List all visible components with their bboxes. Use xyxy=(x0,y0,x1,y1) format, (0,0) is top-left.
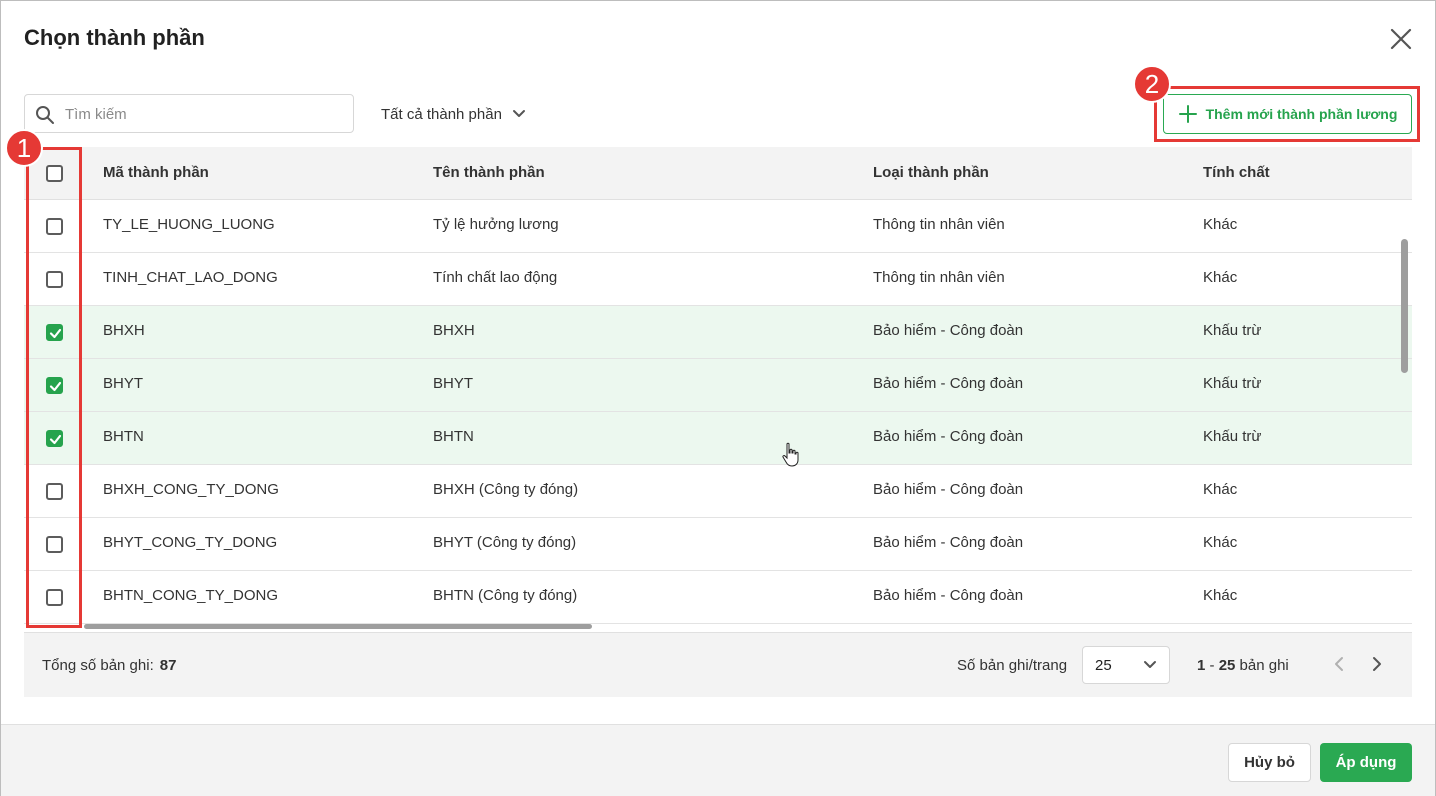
cell-nature: Khác xyxy=(1203,269,1238,286)
table-row[interactable]: BHXH BHXH Bảo hiểm - Công đoàn Khấu trừ xyxy=(24,306,1412,359)
chevron-down-icon xyxy=(512,110,525,117)
per-page-value: 25 xyxy=(1095,656,1112,674)
vertical-scrollbar[interactable] xyxy=(1401,239,1408,373)
cancel-button[interactable]: Hủy bỏ xyxy=(1228,743,1311,782)
cell-name: BHYT (Công ty đóng) xyxy=(433,534,577,551)
cell-type: Bảo hiểm - Công đoàn xyxy=(873,375,1024,392)
cell-nature: Khấu trừ xyxy=(1203,375,1262,392)
cell-code: TINH_CHAT_LAO_DONG xyxy=(103,269,278,286)
cell-type: Bảo hiểm - Công đoàn xyxy=(873,428,1024,445)
cell-type: Bảo hiểm - Công đoàn xyxy=(873,534,1024,551)
cell-name: BHXH (Công ty đóng) xyxy=(433,481,579,498)
record-range: 1 - 25 bản ghi xyxy=(1197,657,1289,674)
cell-name: Tỷ lệ hưởng lương xyxy=(433,216,559,233)
table-row[interactable]: BHTN BHTN Bảo hiểm - Công đoàn Khấu trừ xyxy=(24,412,1412,465)
annotation-badge-1: 1 xyxy=(5,129,43,167)
cell-nature: Khấu trừ xyxy=(1203,322,1262,339)
cell-name: BHTN (Công ty đóng) xyxy=(433,587,578,604)
search-icon xyxy=(36,106,54,124)
apply-button[interactable]: Áp dụng xyxy=(1320,743,1412,782)
plus-icon xyxy=(1178,105,1197,123)
close-icon[interactable] xyxy=(1387,25,1415,53)
per-page-select[interactable]: 25 xyxy=(1082,646,1170,684)
cell-type: Bảo hiểm - Công đoàn xyxy=(873,587,1024,604)
dialog-actions: Hủy bỏ Áp dụng xyxy=(1,724,1435,796)
table-row[interactable]: BHXH_CONG_TY_DONG BHXH (Công ty đóng) Bảo … xyxy=(24,465,1412,518)
column-header-nature: Tính chất xyxy=(1203,164,1270,181)
component-filter-dropdown[interactable]: Tất cả thành phần xyxy=(381,101,526,127)
total-label: Tổng số bản ghi: xyxy=(42,657,154,674)
cell-code: BHTN_CONG_TY_DONG xyxy=(103,587,279,604)
cell-code: TY_LE_HUONG_LUONG xyxy=(103,216,275,233)
cell-code: BHXH xyxy=(103,322,145,339)
cell-code: BHYT_CONG_TY_DONG xyxy=(103,534,278,551)
add-button-label: Thêm mới thành phần lương xyxy=(1205,106,1398,122)
search-box xyxy=(24,94,354,133)
cell-nature: Khác xyxy=(1203,216,1238,233)
search-input[interactable] xyxy=(65,103,345,125)
choose-component-dialog: Chọn thành phần Tất cả thành phần Thêm m… xyxy=(0,0,1436,796)
cell-name: BHYT xyxy=(433,375,474,392)
prev-page-icon[interactable] xyxy=(1329,653,1349,675)
components-table: Mã thành phần Tên thành phần Loại thành … xyxy=(24,147,1412,697)
range-end: 25 xyxy=(1218,657,1236,674)
filter-label: Tất cả thành phần xyxy=(381,105,502,123)
cell-nature: Khấu trừ xyxy=(1203,428,1262,445)
cell-name: BHXH xyxy=(433,322,475,339)
table-row[interactable]: BHTN_CONG_TY_DONG BHTN (Công ty đóng) Bảo … xyxy=(24,571,1412,624)
total-records: Tổng số bản ghi: 87 xyxy=(42,657,176,674)
cell-nature: Khác xyxy=(1203,587,1238,604)
per-page-label: Số bản ghi/trang xyxy=(957,657,1068,674)
table-footer: Tổng số bản ghi: 87 Số bản ghi/trang 25 1… xyxy=(24,632,1412,697)
cell-code: BHYT xyxy=(103,375,144,392)
column-header-name: Tên thành phần xyxy=(433,164,545,181)
cell-type: Bảo hiểm - Công đoàn xyxy=(873,481,1024,498)
range-separator: - xyxy=(1205,657,1219,674)
range-suffix: bản ghi xyxy=(1235,657,1289,674)
cell-type: Thông tin nhân viên xyxy=(873,216,1005,233)
next-page-icon[interactable] xyxy=(1367,653,1387,675)
cell-nature: Khác xyxy=(1203,534,1238,551)
table-header: Mã thành phần Tên thành phần Loại thành … xyxy=(24,147,1412,200)
cell-nature: Khác xyxy=(1203,481,1238,498)
cell-code: BHTN xyxy=(103,428,144,445)
table-row[interactable]: TY_LE_HUONG_LUONG Tỷ lệ hưởng lương Thông … xyxy=(24,200,1412,253)
cell-type: Thông tin nhân viên xyxy=(873,269,1005,286)
annotation-badge-2: 2 xyxy=(1133,65,1171,103)
cell-type: Bảo hiểm - Công đoàn xyxy=(873,322,1024,339)
total-value: 87 xyxy=(159,657,177,674)
cell-code: BHXH_CONG_TY_DONG xyxy=(103,481,279,498)
cell-name: BHTN xyxy=(433,428,474,445)
dialog-title: Chọn thành phần xyxy=(24,25,205,50)
hand-cursor-icon xyxy=(782,442,799,467)
table-row[interactable]: BHYT_CONG_TY_DONG BHYT (Công ty đóng) Bảo … xyxy=(24,518,1412,571)
column-header-code: Mã thành phần xyxy=(103,164,209,181)
horizontal-scrollbar[interactable] xyxy=(84,624,592,629)
chevron-down-icon xyxy=(1144,661,1156,668)
table-row[interactable]: TINH_CHAT_LAO_DONG Tính chất lao động Thôn… xyxy=(24,253,1412,306)
cell-name: Tính chất lao động xyxy=(433,269,558,286)
column-header-type: Loại thành phần xyxy=(873,164,989,181)
highlight-box-checkbox-column xyxy=(26,147,82,628)
add-salary-component-button[interactable]: Thêm mới thành phần lương xyxy=(1163,94,1412,134)
table-row[interactable]: BHYT BHYT Bảo hiểm - Công đoàn Khấu trừ xyxy=(24,359,1412,412)
